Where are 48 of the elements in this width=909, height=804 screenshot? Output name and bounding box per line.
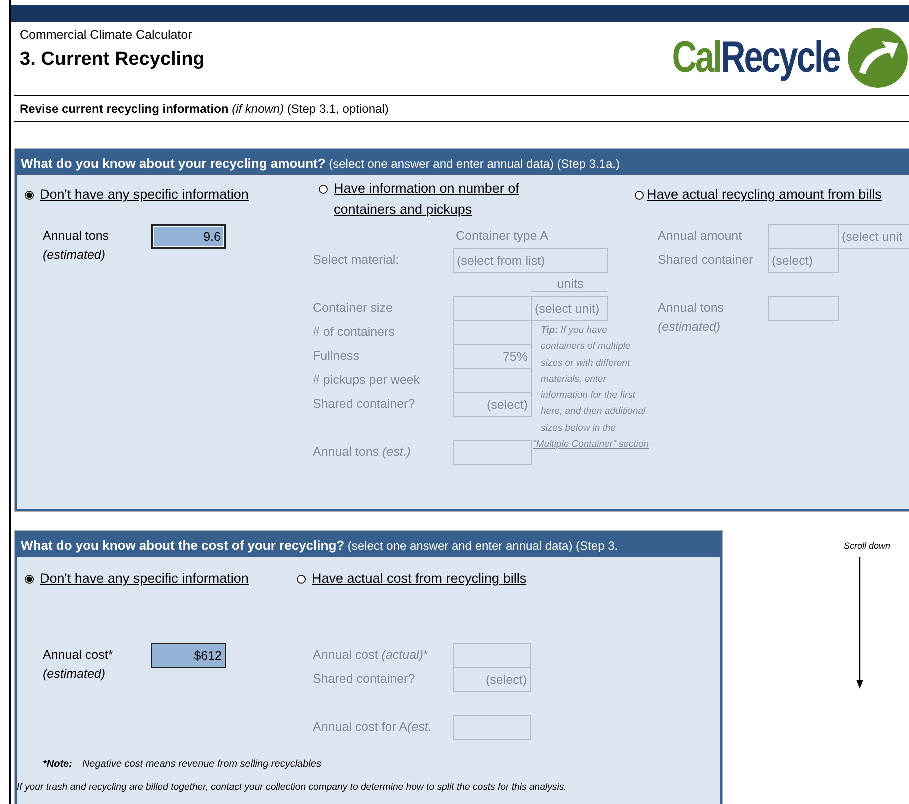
field-label: Shared container? bbox=[313, 672, 416, 686]
field-label: Annual amount bbox=[658, 229, 744, 243]
note-label: *Note: bbox=[43, 759, 72, 770]
arrow-circle-icon bbox=[847, 27, 909, 89]
field-label: Annual cost (actual)* bbox=[313, 648, 430, 662]
option-label[interactable]: Don't have any specific information bbox=[40, 568, 249, 589]
input-cell[interactable] bbox=[453, 368, 532, 393]
radio-button[interactable] bbox=[25, 191, 34, 200]
input-cell[interactable] bbox=[453, 643, 531, 668]
instruction-text: Revise current recycling information (if known) (Step 3.1, optional) bbox=[19, 101, 390, 118]
note-text: Negative cost means revenue from selling recyclables bbox=[82, 759, 322, 770]
option-label[interactable]: Don't have any specific information bbox=[40, 184, 249, 205]
panel-heading: What do you know about your recycling amount? bbox=[21, 156, 326, 171]
field-label: Annual tons bbox=[43, 229, 110, 243]
field-label: Shared container bbox=[658, 253, 754, 267]
field-label: Annual tons (est.) bbox=[313, 445, 412, 459]
field-label: Annual tons bbox=[658, 301, 726, 315]
input-cell[interactable]: 9.6 bbox=[151, 224, 226, 249]
field-label: Annual cost* bbox=[43, 648, 114, 662]
field-note: (estimated) bbox=[43, 248, 107, 262]
page-title: 3. Current Recycling bbox=[20, 49, 205, 71]
app-title: Commercial Climate Calculator bbox=[20, 28, 194, 42]
input-cell[interactable] bbox=[768, 224, 839, 249]
field-label: # pickups per week bbox=[313, 373, 422, 387]
field-label: Fullness bbox=[313, 349, 361, 363]
input-cell[interactable] bbox=[453, 320, 532, 345]
column-heading: units bbox=[531, 276, 607, 292]
panel-heading-note: (select one answer and enter annual data) (Step 3.1a.) bbox=[328, 157, 620, 171]
input-cell[interactable] bbox=[453, 715, 531, 740]
column-heading: Container type A bbox=[455, 229, 550, 243]
note-text: If your trash and recycling are billed together, contact your collection company to determine how to split the costs for this analysis. bbox=[17, 782, 567, 793]
panel-heading-note: (select one answer and enter annual data) (Step 3. bbox=[346, 539, 618, 553]
panel-heading: What do you know about the cost of your recycling? bbox=[21, 538, 345, 553]
field-note: (estimated) bbox=[658, 320, 722, 334]
field-label: Annual cost for A(est. bbox=[313, 720, 433, 734]
tip-text: Tip: If you have containers of multiple sizes or with different materials, enter information for the first here, and then additional sizes below in the "Multiple Container" section bbox=[531, 320, 651, 464]
field-label: Container size bbox=[313, 301, 394, 315]
input-cell[interactable]: $612 bbox=[151, 643, 226, 668]
radio-button[interactable] bbox=[25, 575, 34, 584]
field-label: Shared container? bbox=[313, 397, 416, 411]
field-label: Select material: bbox=[313, 253, 400, 267]
input-cell[interactable] bbox=[453, 440, 532, 465]
field-label: # of containers bbox=[313, 325, 396, 339]
input-cell[interactable] bbox=[768, 296, 839, 321]
scroll-hint: Scroll down bbox=[844, 541, 891, 551]
logo-wordmark: CalRecycle bbox=[672, 36, 840, 80]
input-cell[interactable] bbox=[453, 296, 532, 321]
field-note: (estimated) bbox=[43, 667, 107, 681]
